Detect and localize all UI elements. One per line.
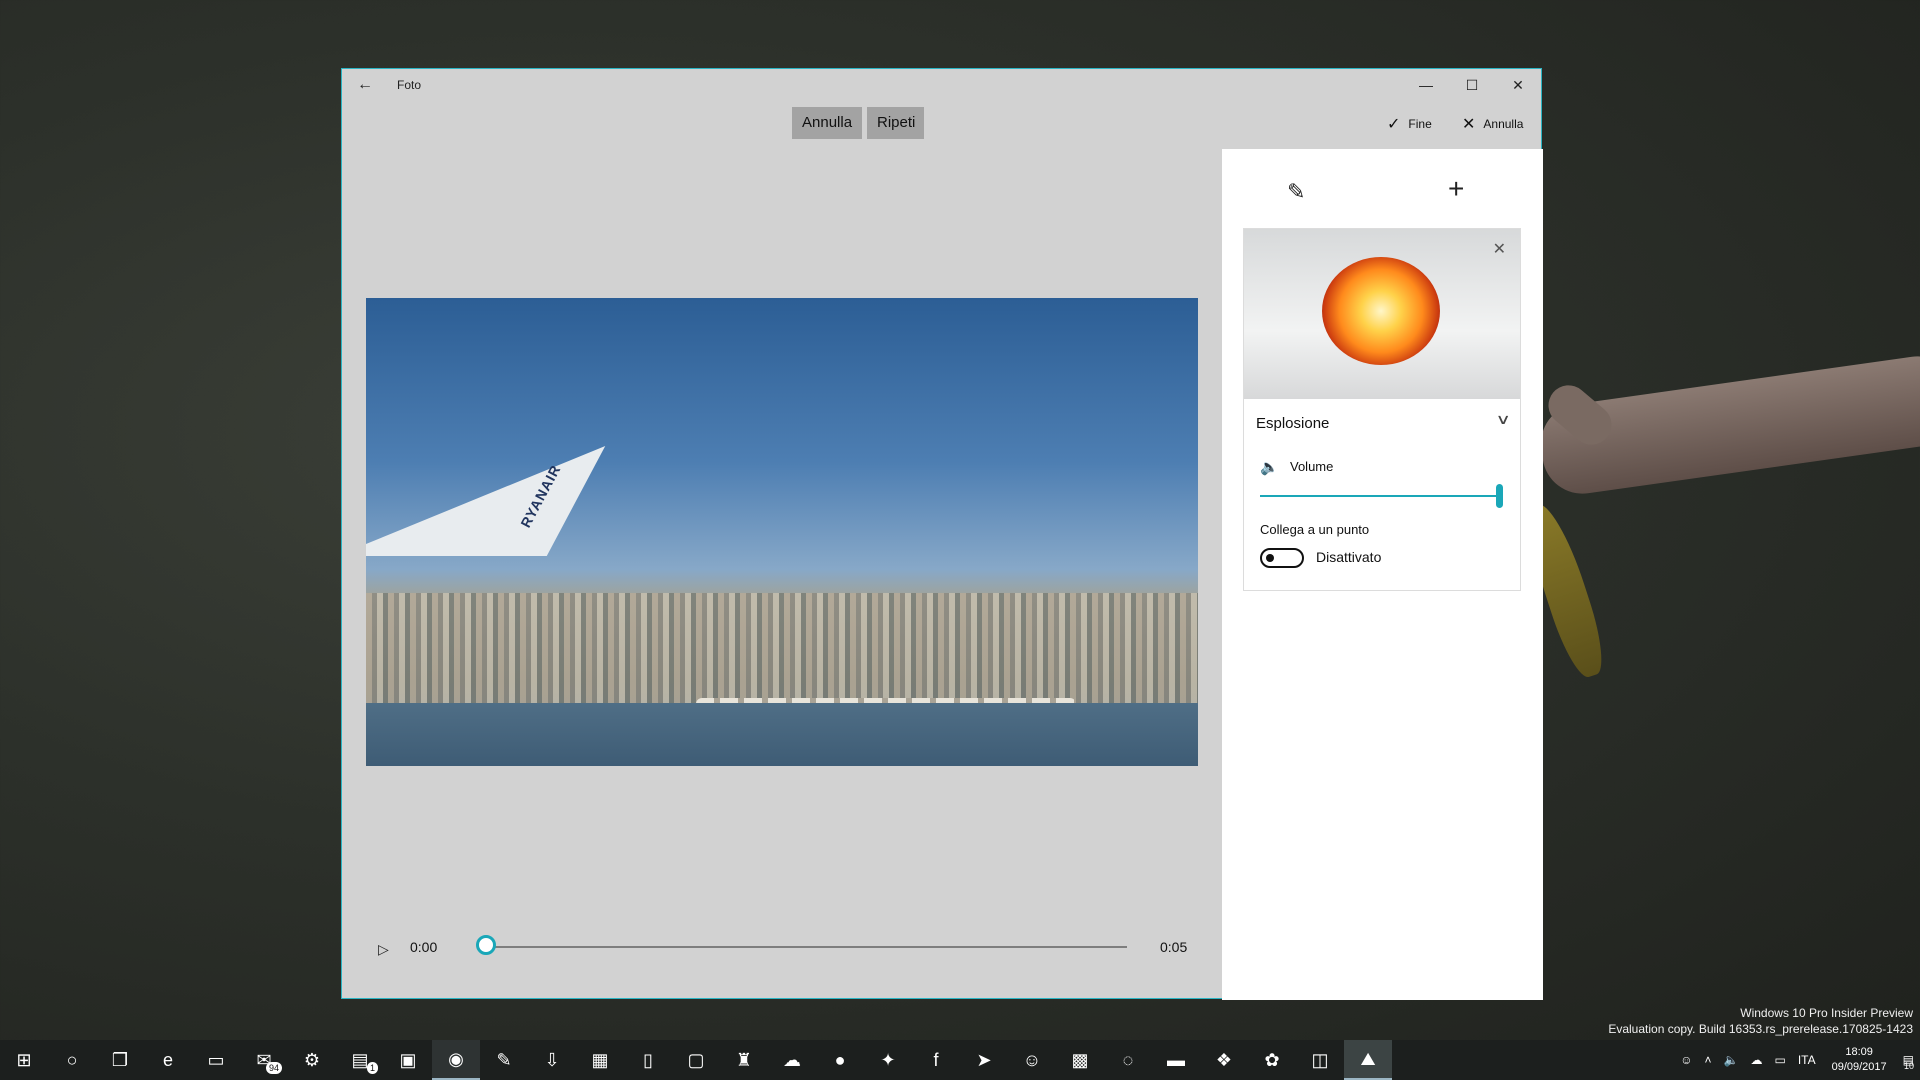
- facebook-icon[interactable]: f: [912, 1040, 960, 1080]
- app-title: Foto: [397, 78, 422, 92]
- chevron-up-icon[interactable]: ˄: [1705, 1053, 1712, 1067]
- attach-to-point-label: Collega a un punto: [1260, 522, 1370, 537]
- explosion-image: [1322, 257, 1440, 365]
- file-explorer-icon[interactable]: ▭: [192, 1040, 240, 1080]
- paint3d-icon[interactable]: ✿: [1248, 1040, 1296, 1080]
- xbox-icon[interactable]: ▩: [1056, 1040, 1104, 1080]
- cortana-feedback-icon[interactable]: ◌: [1104, 1040, 1152, 1080]
- taskbar: ⊞ ○ ❐ e ▭ ✉ 94 ⚙ ▤ 1 ▣ ◉ ✎ ⇩ ▦ ▯ ▢ ♜ ☁ ● ✦ f ➤ ☺ ▩ ◌ ▬ ❖ ✿ ◫ ⛰ ☺ ˄ 🔈 ☁…: [0, 1040, 1920, 1080]
- current-time: 0:00: [410, 939, 438, 955]
- volume-slider-track[interactable]: [1260, 495, 1500, 497]
- attach-toggle[interactable]: [1260, 548, 1304, 568]
- toggle-knob: [1266, 554, 1274, 562]
- chevron-down-icon[interactable]: ∨: [1495, 411, 1510, 428]
- timeline-track[interactable]: [487, 946, 1127, 948]
- edge-browser-icon[interactable]: e: [144, 1040, 192, 1080]
- store-icon[interactable]: ▣: [384, 1040, 432, 1080]
- people-tray-icon[interactable]: ☺: [1680, 1053, 1692, 1067]
- volume-label: Volume: [1290, 459, 1334, 474]
- effect-card: ✕ Esplosione ∨ 🔈 Volume Collega a un pun…: [1243, 228, 1521, 591]
- play-icon[interactable]: ▷: [378, 941, 389, 958]
- pencil-icon[interactable]: ✎: [1287, 179, 1305, 205]
- remote-icon[interactable]: ▢: [672, 1040, 720, 1080]
- documents-icon[interactable]: ▤ 1: [336, 1040, 384, 1080]
- clock-date: 09/09/2017: [1831, 1061, 1887, 1073]
- undo-button[interactable]: Annulla: [792, 107, 862, 139]
- onedrive-icon[interactable]: ☁: [1750, 1053, 1762, 1067]
- end-time: 0:05: [1160, 939, 1188, 955]
- notification-count: 10: [1903, 1061, 1914, 1071]
- phone-icon[interactable]: ▯: [624, 1040, 672, 1080]
- notification-center-icon[interactable]: ▤ 10: [1903, 1053, 1914, 1071]
- city-scene: [366, 593, 1198, 703]
- maximize-button[interactable]: ☐: [1449, 69, 1495, 101]
- effect-thumbnail: ✕: [1244, 229, 1520, 399]
- close-window-button[interactable]: ✕: [1495, 69, 1541, 101]
- paint-icon[interactable]: ✎: [480, 1040, 528, 1080]
- airplane-wing: [366, 446, 606, 556]
- chrome-icon[interactable]: ◉: [432, 1040, 480, 1080]
- photos-app-window: ← Foto — ☐ ✕ Annulla Ripeti ✓ Fine ✕ Annul…: [341, 68, 1543, 1000]
- cancel-label: Annulla: [1483, 117, 1524, 131]
- checkmark-icon: ✓: [1387, 115, 1401, 133]
- minimize-button[interactable]: —: [1403, 69, 1449, 101]
- settings-gear-icon[interactable]: ⚙: [288, 1040, 336, 1080]
- toggle-state-label: Disattivato: [1316, 549, 1382, 565]
- video-preview[interactable]: RYANAIR: [366, 298, 1198, 766]
- windows-watermark: Windows 10 Pro Insider Preview Evaluatio…: [1608, 1005, 1913, 1037]
- speaker-icon: 🔈: [1260, 459, 1279, 476]
- system-tray: ☺ ˄ 🔈 ☁ ▭ ITA 18:09 09/09/2017 ▤ 10: [1674, 1040, 1920, 1080]
- taskbar-badge: 1: [366, 1062, 378, 1074]
- cancel-button[interactable]: ✕ Annulla: [1462, 113, 1523, 135]
- title-bar: ← Foto — ☐ ✕: [342, 69, 1541, 101]
- download-icon[interactable]: ⇩: [528, 1040, 576, 1080]
- windows-icon[interactable]: ▦: [576, 1040, 624, 1080]
- spotify-icon[interactable]: ●: [816, 1040, 864, 1080]
- photos-icon[interactable]: ⛰: [1344, 1040, 1392, 1080]
- mixed-reality-icon[interactable]: ♜: [720, 1040, 768, 1080]
- twitter-icon[interactable]: ✦: [864, 1040, 912, 1080]
- dropbox-icon[interactable]: ❖: [1200, 1040, 1248, 1080]
- clock-time: 18:09: [1845, 1046, 1873, 1058]
- redo-button[interactable]: Ripeti: [867, 107, 924, 139]
- effects-panel: ✎ + ✕ Esplosione ∨ 🔈 Volume Collega a un…: [1222, 149, 1543, 1000]
- close-x-icon: ✕: [1462, 115, 1476, 133]
- taskbar-badge: 94: [265, 1062, 282, 1074]
- windows-start-icon[interactable]: ⊞: [0, 1040, 48, 1080]
- add-effect-icon[interactable]: +: [1448, 173, 1464, 205]
- timeline-scrubber[interactable]: [476, 935, 496, 955]
- back-arrow-icon[interactable]: ←: [352, 73, 378, 97]
- task-view-icon[interactable]: ❐: [96, 1040, 144, 1080]
- cortana-search-icon[interactable]: ○: [48, 1040, 96, 1080]
- harbor-water: [366, 703, 1198, 766]
- volume-tray-icon[interactable]: 🔈: [1724, 1053, 1739, 1067]
- watermark-line1: Windows 10 Pro Insider Preview: [1740, 1006, 1913, 1020]
- done-button[interactable]: ✓ Fine: [1387, 113, 1432, 135]
- effect-name: Esplosione: [1256, 415, 1330, 432]
- taskbar-items: ⊞ ○ ❐ e ▭ ✉ 94 ⚙ ▤ 1 ▣ ◉ ✎ ⇩ ▦ ▯ ▢ ♜ ☁ ● ✦ f ➤ ☺ ▩ ◌ ▬ ❖ ✿ ◫ ⛰: [0, 1040, 1392, 1080]
- people-icon[interactable]: ☺: [1008, 1040, 1056, 1080]
- soundcloud-icon[interactable]: ☁: [768, 1040, 816, 1080]
- web-app-icon[interactable]: ◫: [1296, 1040, 1344, 1080]
- volume-slider-thumb[interactable]: [1496, 484, 1503, 508]
- remove-effect-icon[interactable]: ✕: [1493, 239, 1506, 259]
- mail-icon[interactable]: ✉ 94: [240, 1040, 288, 1080]
- language-indicator[interactable]: ITA: [1798, 1053, 1816, 1067]
- network-icon[interactable]: ▭: [1774, 1053, 1785, 1067]
- telegram-icon[interactable]: ➤: [960, 1040, 1008, 1080]
- done-label: Fine: [1408, 117, 1432, 131]
- watermark-line2: Evaluation copy. Build 16353.rs_prerelea…: [1608, 1022, 1913, 1036]
- folder-icon[interactable]: ▬: [1152, 1040, 1200, 1080]
- clock[interactable]: 18:09 09/09/2017: [1832, 1045, 1887, 1075]
